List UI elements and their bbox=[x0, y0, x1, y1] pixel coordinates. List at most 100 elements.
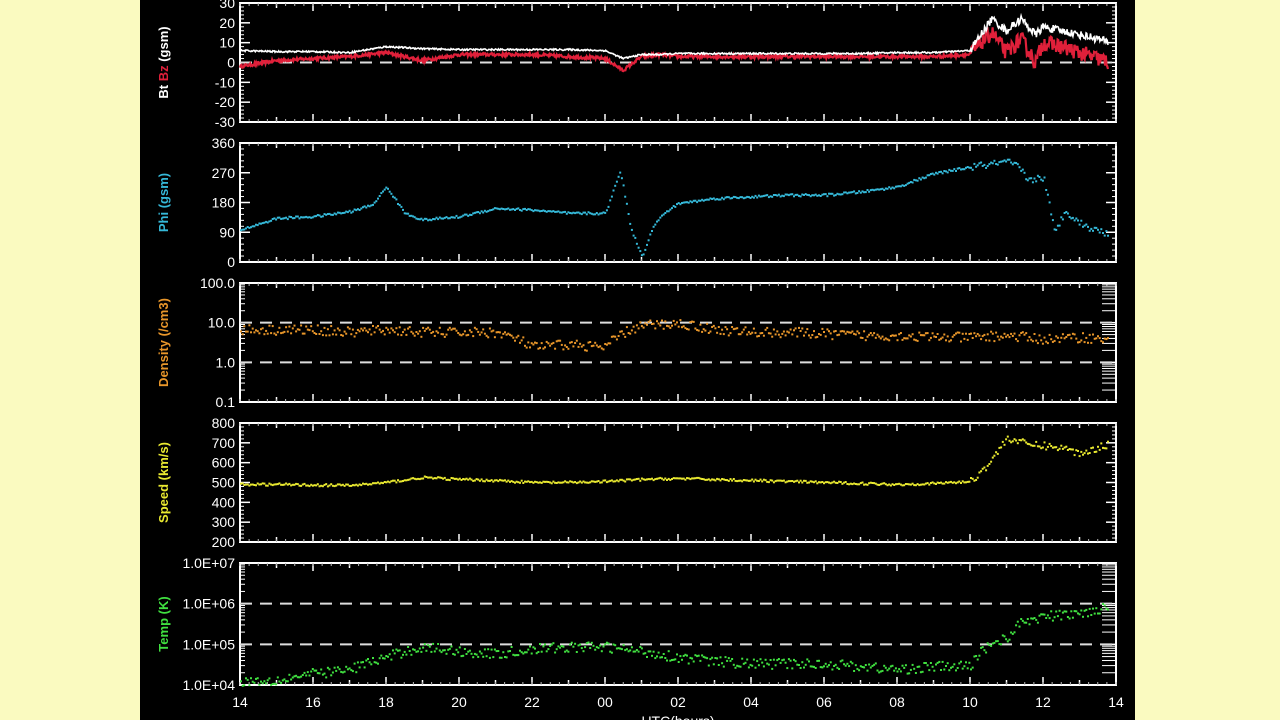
data-point bbox=[457, 651, 460, 654]
data-point bbox=[258, 332, 261, 335]
data-point bbox=[1028, 336, 1031, 339]
data-point bbox=[985, 167, 988, 169]
data-point bbox=[1078, 613, 1081, 616]
data-point bbox=[1028, 177, 1031, 180]
data-point bbox=[772, 328, 775, 331]
data-point bbox=[985, 651, 988, 654]
data-point bbox=[1033, 177, 1036, 180]
data-point bbox=[488, 327, 491, 330]
data-point bbox=[946, 335, 949, 338]
data-point bbox=[468, 329, 471, 332]
data-point bbox=[482, 655, 485, 658]
data-point bbox=[301, 674, 304, 676]
data-point bbox=[380, 654, 383, 657]
data-point bbox=[343, 670, 346, 673]
data-point bbox=[403, 650, 406, 653]
data-point bbox=[597, 646, 600, 649]
data-point bbox=[408, 650, 411, 652]
data-point bbox=[378, 657, 381, 660]
data-point bbox=[649, 233, 652, 236]
data-point bbox=[829, 661, 832, 664]
data-point bbox=[475, 653, 478, 656]
data-point bbox=[874, 662, 877, 665]
data-point bbox=[1107, 608, 1109, 611]
data-point bbox=[706, 657, 709, 660]
y-tick-label: 500 bbox=[212, 475, 236, 491]
data-point bbox=[787, 331, 790, 334]
data-point bbox=[629, 222, 632, 225]
data-point bbox=[873, 332, 876, 335]
data-point bbox=[782, 330, 785, 333]
data-point bbox=[946, 171, 949, 174]
data-point bbox=[442, 333, 445, 336]
data-point bbox=[1083, 341, 1086, 344]
data-point bbox=[736, 327, 739, 330]
data-point bbox=[729, 332, 732, 335]
data-point bbox=[261, 682, 264, 685]
data-point bbox=[722, 333, 725, 336]
data-point bbox=[443, 476, 446, 479]
data-point bbox=[719, 656, 722, 659]
data-point bbox=[330, 674, 333, 677]
data-point bbox=[453, 653, 456, 656]
data-point bbox=[777, 193, 780, 196]
y-tick-label: 200 bbox=[212, 534, 236, 550]
data-point bbox=[328, 334, 331, 337]
data-point bbox=[654, 327, 657, 330]
data-point bbox=[945, 339, 947, 342]
data-point bbox=[1097, 445, 1099, 448]
data-point bbox=[609, 199, 612, 202]
data-point bbox=[1085, 223, 1088, 226]
data-point bbox=[448, 326, 451, 329]
data-point bbox=[388, 653, 391, 656]
data-point bbox=[971, 477, 974, 480]
data-point bbox=[265, 682, 268, 685]
data-point bbox=[642, 326, 645, 329]
data-point bbox=[1026, 179, 1029, 182]
data-point bbox=[351, 210, 354, 213]
data-point bbox=[771, 667, 774, 670]
data-point bbox=[587, 641, 590, 644]
data-point bbox=[966, 338, 969, 341]
data-point bbox=[372, 203, 374, 206]
data-point bbox=[647, 239, 650, 242]
data-point bbox=[316, 483, 319, 486]
data-point bbox=[614, 335, 617, 338]
data-point bbox=[674, 658, 677, 661]
data-point bbox=[1041, 179, 1044, 182]
data-point bbox=[572, 645, 575, 648]
data-point bbox=[512, 336, 515, 339]
data-point bbox=[666, 659, 668, 662]
data-point bbox=[592, 344, 595, 347]
data-point bbox=[525, 346, 528, 349]
data-point bbox=[1063, 610, 1066, 613]
y-tick-label: 0 bbox=[227, 55, 235, 71]
data-point bbox=[390, 658, 393, 661]
data-point bbox=[762, 334, 765, 337]
data-point bbox=[1018, 166, 1021, 169]
data-point bbox=[899, 670, 902, 673]
data-point bbox=[1040, 178, 1043, 181]
data-point bbox=[417, 650, 420, 653]
data-point bbox=[956, 667, 959, 669]
data-point bbox=[851, 662, 854, 665]
data-point bbox=[789, 328, 792, 331]
data-point bbox=[914, 672, 917, 674]
data-point bbox=[240, 680, 242, 683]
data-point bbox=[818, 659, 820, 662]
data-point bbox=[649, 650, 652, 653]
data-point bbox=[806, 328, 809, 331]
data-point bbox=[651, 654, 653, 657]
data-point bbox=[993, 340, 996, 343]
data-point bbox=[286, 218, 289, 221]
data-point bbox=[318, 333, 321, 335]
data-point bbox=[377, 325, 379, 327]
data-point bbox=[305, 325, 308, 328]
data-point bbox=[385, 326, 388, 329]
data-point bbox=[841, 659, 844, 662]
data-point bbox=[1098, 231, 1101, 234]
data-point bbox=[940, 669, 942, 671]
data-point bbox=[562, 645, 565, 648]
data-point bbox=[1100, 228, 1103, 231]
data-point bbox=[1073, 219, 1076, 222]
